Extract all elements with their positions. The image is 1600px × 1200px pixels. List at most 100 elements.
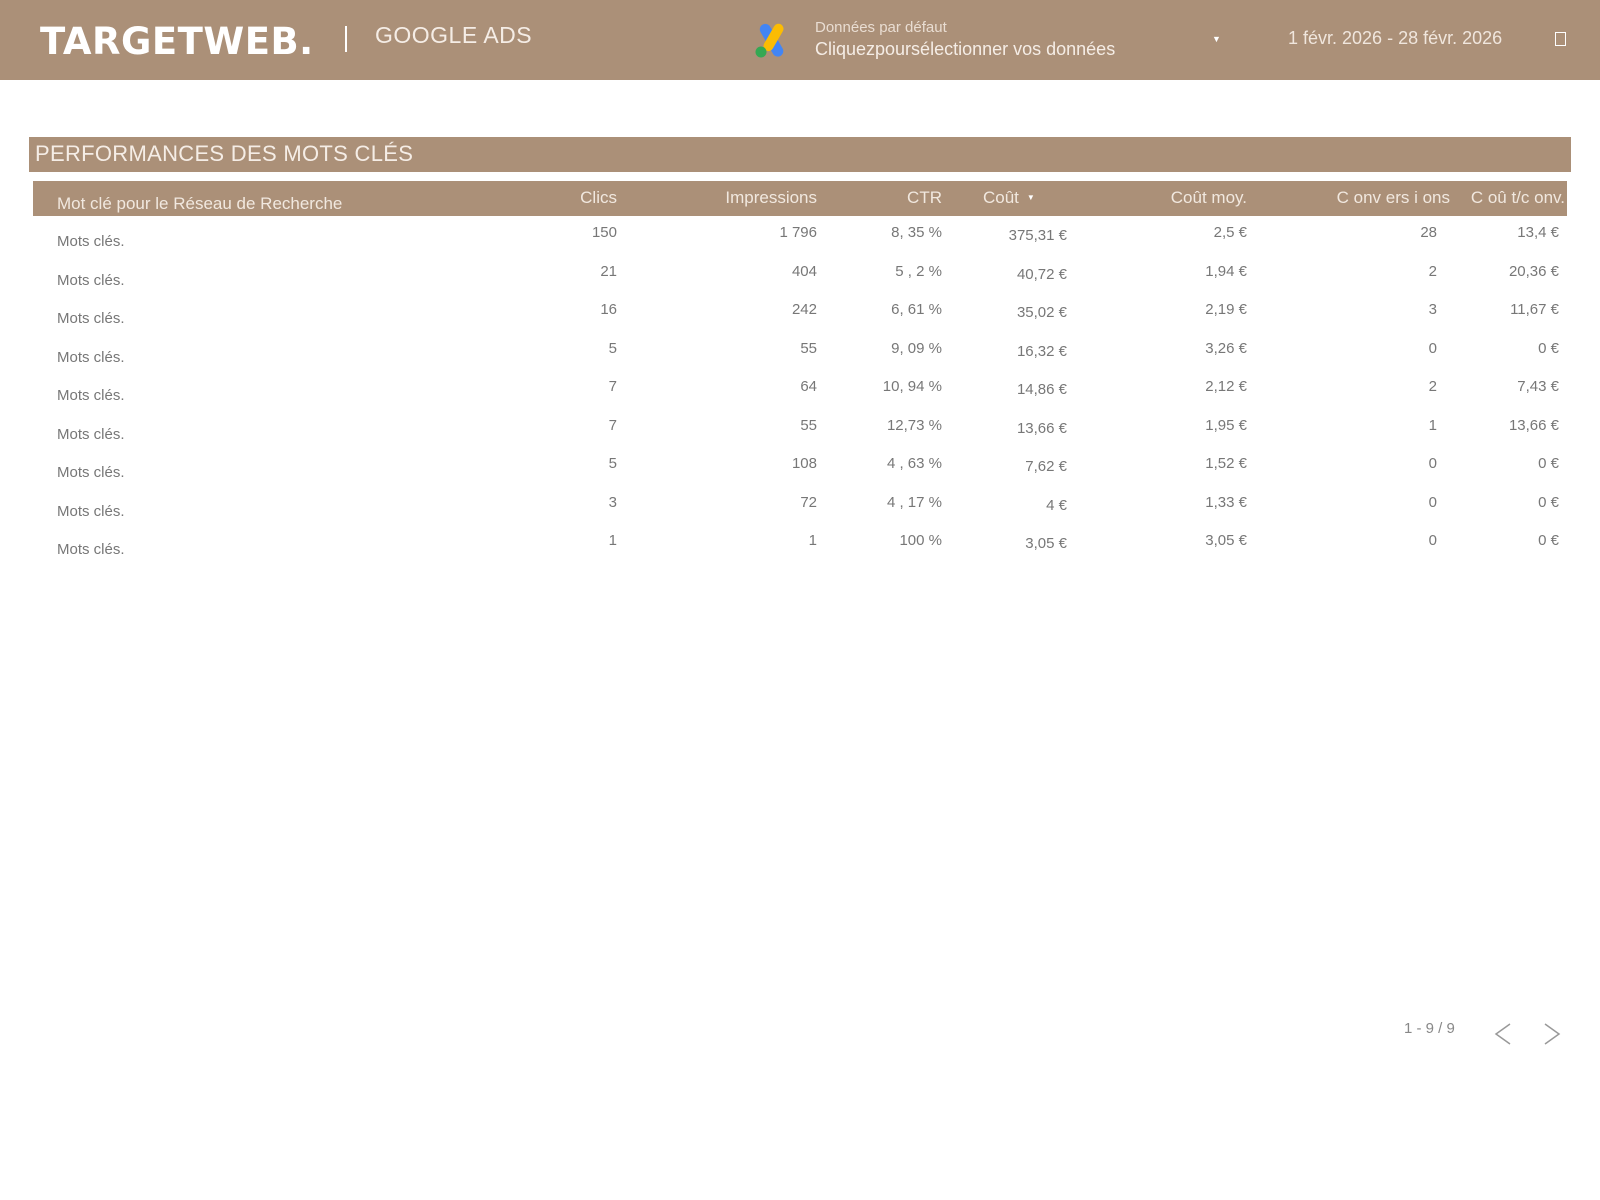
- keyword-cell: Mots clés.: [57, 541, 125, 558]
- column-header-cost-per-conv[interactable]: C oû t/c onv.: [1471, 188, 1565, 208]
- clicks-cell: 7: [608, 416, 617, 434]
- cost-per-conv-cell: 11,67 €: [1510, 301, 1559, 318]
- impressions-cell: 1 796: [779, 224, 817, 241]
- app-name: GOOGLE ADS: [375, 22, 533, 48]
- impressions-cell: 1: [808, 532, 817, 549]
- cost-cell: 375,31 €: [1008, 227, 1067, 244]
- impressions-cell: 242: [791, 301, 817, 318]
- avg-cost-cell: 1,94 €: [1205, 262, 1247, 280]
- table-row: Mots clés. 5 108 4 , 63 % 7,62 € 1,52 € 0 0 €: [33, 447, 1567, 486]
- column-header-avg-cost[interactable]: Coût moy.: [1171, 188, 1247, 208]
- avg-cost-cell: 2,12 €: [1205, 378, 1247, 395]
- keyword-cell: Mots clés.: [57, 425, 125, 443]
- ctr-cell: 5 , 2 %: [895, 262, 942, 280]
- table-row: Mots clés. 5 55 9, 09 % 16,32 €3,26 €0 0 €: [33, 332, 1567, 371]
- header-separator: [345, 26, 347, 52]
- clicks-cell: 21: [600, 262, 617, 280]
- data-source-title: Données par défaut: [815, 19, 947, 36]
- impressions-cell: 108: [791, 455, 817, 472]
- table-row: Mots clés. 3 72 4 , 17 % 4 € 1,33 € 0 0 €: [33, 486, 1567, 525]
- keyword-cell: Mots clés.: [57, 387, 125, 404]
- cost-per-conv-cell: 13,4 €: [1517, 224, 1559, 241]
- data-source-selector[interactable]: Données par défaut Cliquezpoursélectionn…: [815, 19, 1115, 60]
- conversions-cell: 2: [1428, 262, 1437, 280]
- avg-cost-cell: 1,33 €: [1205, 493, 1247, 511]
- top-bar: TARGETWEB. GOOGLE ADS Données par défaut…: [0, 0, 1600, 80]
- keyword-cell: Mots clés.: [57, 502, 125, 520]
- cost-per-conv-cell: 0 €: [1538, 339, 1559, 357]
- calendar-icon[interactable]: [1555, 32, 1566, 46]
- pagination-label: 1 - 9 / 9: [1404, 1020, 1455, 1037]
- sort-desc-icon: ▼: [1026, 193, 1035, 202]
- column-header-conversions[interactable]: C onv ers i ons: [1337, 188, 1450, 208]
- impressions-cell: 64: [800, 378, 817, 395]
- section-title: PERFORMANCES DES MOTS CLÉS: [29, 137, 1571, 172]
- cost-cell: 14,86 €: [1016, 381, 1067, 398]
- column-header-clicks[interactable]: Clics: [580, 188, 617, 208]
- impressions-cell: 55: [800, 416, 817, 434]
- clicks-cell: 150: [591, 224, 617, 241]
- cost-per-conv-cell: 0 €: [1538, 493, 1559, 511]
- data-source-subtitle: Cliquezpoursélectionner vos données: [815, 39, 1116, 59]
- cost-per-conv-cell: 0 €: [1538, 455, 1559, 472]
- cost-cell: 7,62 €: [1025, 458, 1067, 475]
- column-header-impressions[interactable]: Impressions: [725, 188, 817, 208]
- clicks-cell: 5: [608, 455, 617, 472]
- date-range-picker[interactable]: 1 févr. 2026 - 28 févr. 2026: [1288, 28, 1502, 49]
- ctr-cell: 9, 09 %: [891, 339, 942, 357]
- keyword-performance-table: Mot clé pour le Réseau de Recherche Clic…: [33, 181, 1567, 563]
- keyword-cell: Mots clés.: [57, 310, 125, 327]
- avg-cost-cell: 1,52 €: [1205, 455, 1247, 472]
- conversions-cell: 0: [1428, 493, 1437, 511]
- keyword-cell: Mots clés.: [57, 464, 125, 481]
- google-ads-icon: [755, 23, 784, 58]
- keyword-cell: Mots clés.: [57, 271, 125, 289]
- table-row: Mots clés. 7 55 12,73 % 13,66 € 1,95 € 1 13,66 …: [33, 409, 1567, 448]
- cost-cell: 16,32 €: [1016, 342, 1067, 360]
- impressions-cell: 404: [791, 262, 817, 280]
- avg-cost-cell: 3,26 €: [1205, 339, 1247, 357]
- cost-cell: 4 €: [1046, 496, 1067, 514]
- impressions-cell: 72: [800, 493, 817, 511]
- impressions-cell: 55: [800, 339, 817, 357]
- chevron-right-icon[interactable]: [1537, 1020, 1565, 1048]
- avg-cost-cell: 3,05 €: [1205, 532, 1247, 549]
- conversions-cell: 0: [1428, 455, 1437, 472]
- ctr-cell: 6, 61 %: [891, 301, 942, 318]
- ctr-cell: 4 , 17 %: [886, 493, 942, 511]
- table-row: Mots clés. 1 1 100 % 3,05 € 3,05 € 0 0 €: [33, 524, 1567, 563]
- table-row: Mots clés. 21 404 5 , 2 % 40,72 € 1,94 € 2 20,3…: [33, 255, 1567, 294]
- ctr-cell: 8, 35 %: [891, 224, 942, 241]
- cost-cell: 3,05 €: [1025, 535, 1067, 552]
- cost-cell: 40,72 €: [1016, 265, 1067, 283]
- caret-down-icon[interactable]: ▼: [1212, 34, 1221, 44]
- cost-per-conv-cell: 13,66 €: [1508, 416, 1559, 434]
- ctr-cell: 4 , 63 %: [886, 455, 942, 472]
- conversions-cell: 2: [1428, 378, 1437, 395]
- table-row: Mots clés. 150 1 796 8, 35 % 375,31 € 2,5 € 28…: [33, 216, 1567, 255]
- chevron-left-icon[interactable]: [1490, 1020, 1518, 1048]
- table-body: Mots clés. 150 1 796 8, 35 % 375,31 €2,5 €28…: [33, 216, 1567, 563]
- cost-per-conv-cell: 20,36 €: [1508, 262, 1559, 280]
- ctr-cell: 12,73 %: [886, 416, 942, 434]
- conversions-cell: 0: [1428, 339, 1437, 357]
- ctr-cell: 10, 94 %: [882, 378, 942, 395]
- clicks-cell: 7: [608, 378, 617, 395]
- clicks-cell: 5: [608, 339, 617, 357]
- table-row: Mots clés. 16 242 6, 61 % 35,02 € 2,19 € 3 11,6…: [33, 293, 1567, 332]
- ctr-cell: 100 %: [899, 532, 942, 549]
- keyword-cell: Mots clés.: [57, 348, 125, 366]
- cost-cell: 13,66 €: [1016, 419, 1067, 437]
- column-header-cost[interactable]: Coût ▼: [983, 188, 1035, 208]
- cost-cell: 35,02 €: [1016, 304, 1067, 321]
- avg-cost-cell: 2,5 €: [1213, 224, 1247, 241]
- conversions-cell: 0: [1428, 532, 1437, 549]
- clicks-cell: 16: [600, 301, 617, 318]
- column-header-ctr[interactable]: CTR: [907, 188, 942, 208]
- conversions-cell: 3: [1428, 301, 1437, 318]
- column-header-keyword[interactable]: Mot clé pour le Réseau de Recherche: [57, 194, 342, 214]
- clicks-cell: 1: [608, 532, 617, 549]
- table-row: Mots clés. 7 64 10, 94 % 14,86 € 2,12 € 2 7,43 …: [33, 370, 1567, 409]
- table-header: Mot clé pour le Réseau de Recherche Clic…: [33, 181, 1567, 216]
- conversions-cell: 28: [1420, 224, 1437, 241]
